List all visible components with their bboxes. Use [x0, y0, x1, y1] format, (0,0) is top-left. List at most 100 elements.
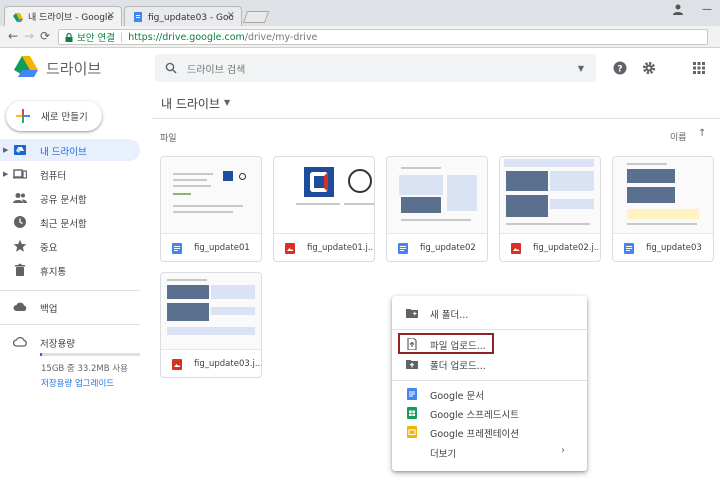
sidebar-item-computers[interactable]: ▶ 컴퓨터: [0, 163, 140, 185]
file-card-fig-update02[interactable]: fig_update02: [386, 156, 488, 262]
search-box[interactable]: 드라이브 검색 ▼: [155, 54, 596, 82]
file-card-fig-update03-jpg[interactable]: fig_update03.j...: [160, 272, 262, 378]
secure-label: 보안 연결: [77, 33, 115, 44]
thumb-block: [167, 303, 209, 321]
apps-grid-icon[interactable]: [692, 61, 706, 75]
menu-item-google-sheets[interactable]: Google 스프레드시트: [392, 403, 587, 423]
thumb-block: [167, 327, 255, 335]
thumb-line: [627, 163, 667, 165]
thumb-line: [173, 205, 243, 207]
file-name: fig_update02: [420, 243, 476, 253]
thumb-line: [296, 203, 340, 205]
thumb-line: [401, 219, 471, 221]
menu-divider: [392, 380, 587, 381]
file-thumbnail: [500, 157, 600, 234]
thumb-line: [173, 193, 191, 195]
sidebar-item-trash[interactable]: 휴지통: [0, 259, 140, 281]
image-file-icon: [172, 359, 182, 370]
drive-favicon-icon: [13, 12, 23, 22]
close-tab-icon[interactable]: ×: [107, 10, 115, 21]
sort-label[interactable]: 이름: [670, 130, 687, 143]
search-options-caret-icon[interactable]: ▼: [578, 64, 584, 73]
header-divider: [152, 118, 720, 119]
doc-favicon-icon: [134, 11, 142, 22]
thumb-line: [173, 179, 207, 181]
browser-tab-fig-update03[interactable]: fig_update03 - Google 드 ×: [124, 6, 242, 26]
sidebar-item-starred[interactable]: 중요: [0, 235, 140, 257]
thumb-block: [211, 307, 255, 315]
menu-item-more[interactable]: 더보기 ›: [392, 442, 587, 462]
menu-item-label: 폴더 업로드...: [430, 361, 486, 372]
sidebar-item-backup[interactable]: 백업: [0, 296, 140, 318]
menu-item-upload-folder[interactable]: 폴더 업로드...: [392, 354, 587, 374]
sidebar-item-shared[interactable]: 공유 문서함: [0, 187, 140, 209]
menu-item-google-docs[interactable]: Google 문서: [392, 384, 587, 404]
address-separator: |: [119, 31, 124, 43]
sidebar-item-label: 공유 문서함: [40, 195, 87, 206]
forward-icon[interactable]: →: [24, 29, 34, 43]
menu-divider: [392, 329, 587, 330]
sidebar-item-my-drive[interactable]: ▶ 내 드라이브: [0, 139, 140, 161]
thumb-line: [344, 203, 374, 205]
settings-gear-icon[interactable]: [642, 61, 656, 75]
thumb-block: [627, 187, 675, 203]
file-card-fig-update02-jpg[interactable]: fig_update02.j...: [499, 156, 601, 262]
tab-title: 내 드라이브 - Google 드: [28, 13, 113, 23]
close-tab-icon[interactable]: ×: [227, 10, 235, 21]
help-icon[interactable]: ?: [613, 61, 627, 75]
sidebar-item-label: 저장용량: [40, 339, 75, 350]
file-name: fig_update01: [194, 243, 250, 253]
new-button-label: 새로 만들기: [41, 112, 88, 123]
expand-arrow-icon[interactable]: ▶: [3, 170, 8, 178]
sidebar-divider: [0, 324, 140, 325]
google-sheets-icon: [407, 407, 417, 419]
thumb-block: [627, 209, 699, 219]
file-name: fig_update03.j...: [194, 359, 260, 369]
menu-item-new-folder[interactable]: 새 폴더...: [392, 303, 587, 323]
sidebar-divider: [0, 290, 140, 291]
new-item-context-menu: 새 폴더... 파일 업로드... 폴더 업로드... Google 문서 Go…: [392, 296, 587, 471]
new-tab-button[interactable]: [242, 11, 270, 23]
browser-tab-my-drive[interactable]: 내 드라이브 - Google 드 ×: [4, 6, 122, 26]
window-minimize-icon[interactable]: —: [702, 4, 712, 15]
section-label-files: 파일: [160, 134, 177, 144]
storage-usage-bar: [40, 353, 140, 356]
new-folder-icon: [406, 309, 418, 318]
storage-upgrade-link[interactable]: 저장용량 업그레이드: [41, 377, 114, 389]
page-title[interactable]: 내 드라이브: [161, 95, 220, 112]
sidebar-item-recent[interactable]: 최근 문서함: [0, 211, 140, 233]
new-button[interactable]: 새로 만들기: [6, 101, 102, 131]
drive-logo-icon: [14, 56, 38, 77]
file-card-fig-update01[interactable]: fig_update01: [160, 156, 262, 262]
thumb-block: [506, 195, 548, 217]
file-card-fig-update01-jpg[interactable]: fig_update01.j...: [273, 156, 375, 262]
sidebar-item-label: 컴퓨터: [40, 171, 67, 182]
file-name: fig_update01.j...: [307, 243, 373, 253]
expand-arrow-icon[interactable]: ▶: [3, 146, 8, 154]
page-title-caret-icon[interactable]: ▼: [224, 98, 230, 107]
star-icon: [13, 239, 27, 252]
sort-direction-arrow-icon[interactable]: ↑: [698, 128, 706, 139]
menu-item-google-slides[interactable]: Google 프레젠테이션: [392, 422, 587, 442]
back-icon[interactable]: ←: [8, 29, 18, 43]
computer-icon: [13, 169, 27, 179]
thumb-logo: [239, 173, 246, 180]
sidebar-item-storage[interactable]: 저장용량: [0, 331, 140, 353]
chevron-right-icon: ›: [561, 445, 565, 456]
cloud-outline-icon: [13, 336, 27, 347]
address-bar[interactable]: 보안 연결 | https://drive.google.com /drive/…: [58, 29, 708, 45]
folder-upload-icon: [406, 360, 418, 369]
thumb-block: [550, 171, 594, 191]
thumb-line: [173, 211, 233, 213]
reload-icon[interactable]: ⟳: [40, 29, 50, 43]
app-title: 드라이브: [46, 60, 102, 78]
recent-icon: [14, 216, 26, 228]
browser-tab-bar: 내 드라이브 - Google 드 × fig_update03 - Googl…: [0, 0, 720, 26]
file-card-fig-update03[interactable]: fig_update03: [612, 156, 714, 262]
profile-icon[interactable]: [672, 3, 684, 15]
file-thumbnail: [387, 157, 487, 234]
thumb-block: [399, 175, 443, 195]
file-name: fig_update03: [646, 243, 702, 253]
search-icon[interactable]: [165, 62, 177, 74]
thumb-block: [627, 169, 675, 183]
